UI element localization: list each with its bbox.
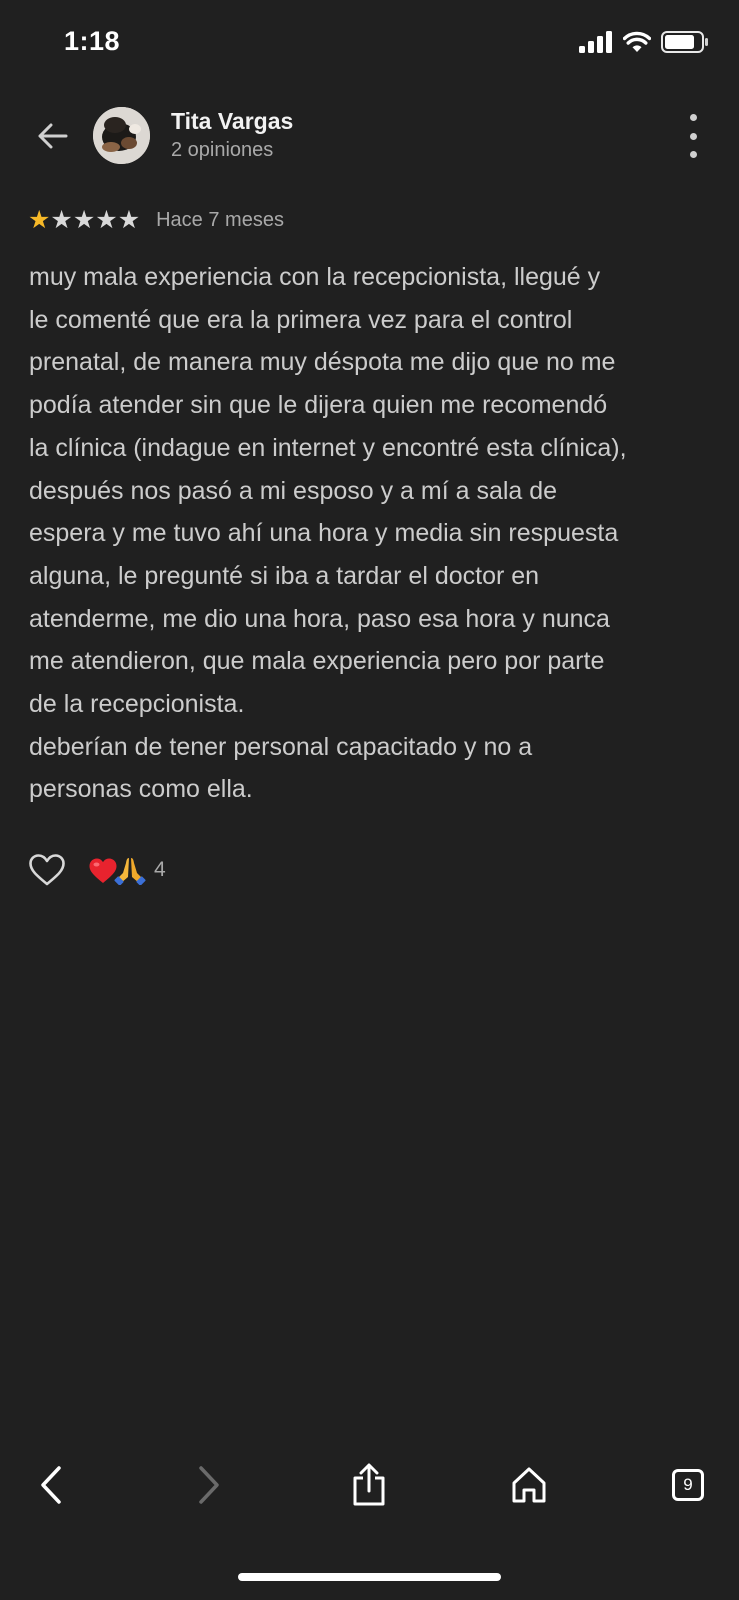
chevron-left-icon <box>41 1466 61 1504</box>
chevron-right-icon <box>199 1466 219 1504</box>
star-empty-icon: ★ <box>72 206 96 234</box>
reaction-count: 4 <box>154 858 166 881</box>
more-options-button[interactable] <box>683 114 703 158</box>
browser-forward-button[interactable] <box>184 1460 234 1510</box>
like-button[interactable] <box>28 851 66 889</box>
arrow-left-icon <box>38 123 68 149</box>
dot <box>689 114 697 121</box>
star-empty-icon: ★ <box>95 206 118 234</box>
wifi-icon <box>623 31 651 52</box>
reactions-row: 4 <box>28 850 166 890</box>
share-button[interactable] <box>344 1460 394 1510</box>
status-bar: 1:18 <box>0 0 739 90</box>
review-header: Tita Vargas 2 opiniones <box>0 100 739 176</box>
dot <box>689 132 697 140</box>
avatar-photo-icon <box>93 107 150 164</box>
share-icon <box>353 1463 385 1506</box>
star-empty-icon: ★ <box>50 206 73 234</box>
avatar[interactable] <box>93 107 150 164</box>
heart-outline-icon <box>29 854 65 886</box>
tabs-button[interactable]: 9 <box>663 1460 713 1510</box>
home-icon <box>512 1467 546 1503</box>
reaction-emojis[interactable]: 4 <box>88 855 166 885</box>
praying-hands-emoji-icon <box>114 858 146 885</box>
review-time: Hace 7 meses <box>156 208 284 231</box>
back-button[interactable] <box>28 112 76 160</box>
home-button[interactable] <box>504 1460 554 1510</box>
browser-toolbar: 9 <box>0 1460 739 1540</box>
rating-row: ★ ★ ★ ★ ★ Hace 7 meses <box>28 207 284 233</box>
review-text: muy mala experiencia con la recepcionist… <box>29 263 627 804</box>
dot <box>689 151 697 158</box>
browser-back-button[interactable] <box>26 1460 76 1510</box>
reviewer-review-count: 2 opiniones <box>171 139 274 161</box>
reviewer-name[interactable]: Tita Vargas <box>171 108 293 135</box>
star-empty-icon: ★ <box>117 206 141 234</box>
star-filled-icon: ★ <box>28 206 51 234</box>
battery-icon <box>661 31 708 53</box>
tabs-count: 9 <box>672 1469 704 1501</box>
home-indicator[interactable] <box>238 1573 501 1581</box>
status-time: 1:18 <box>64 26 121 56</box>
cellular-signal-icon <box>579 31 612 53</box>
status-icons <box>579 31 709 53</box>
